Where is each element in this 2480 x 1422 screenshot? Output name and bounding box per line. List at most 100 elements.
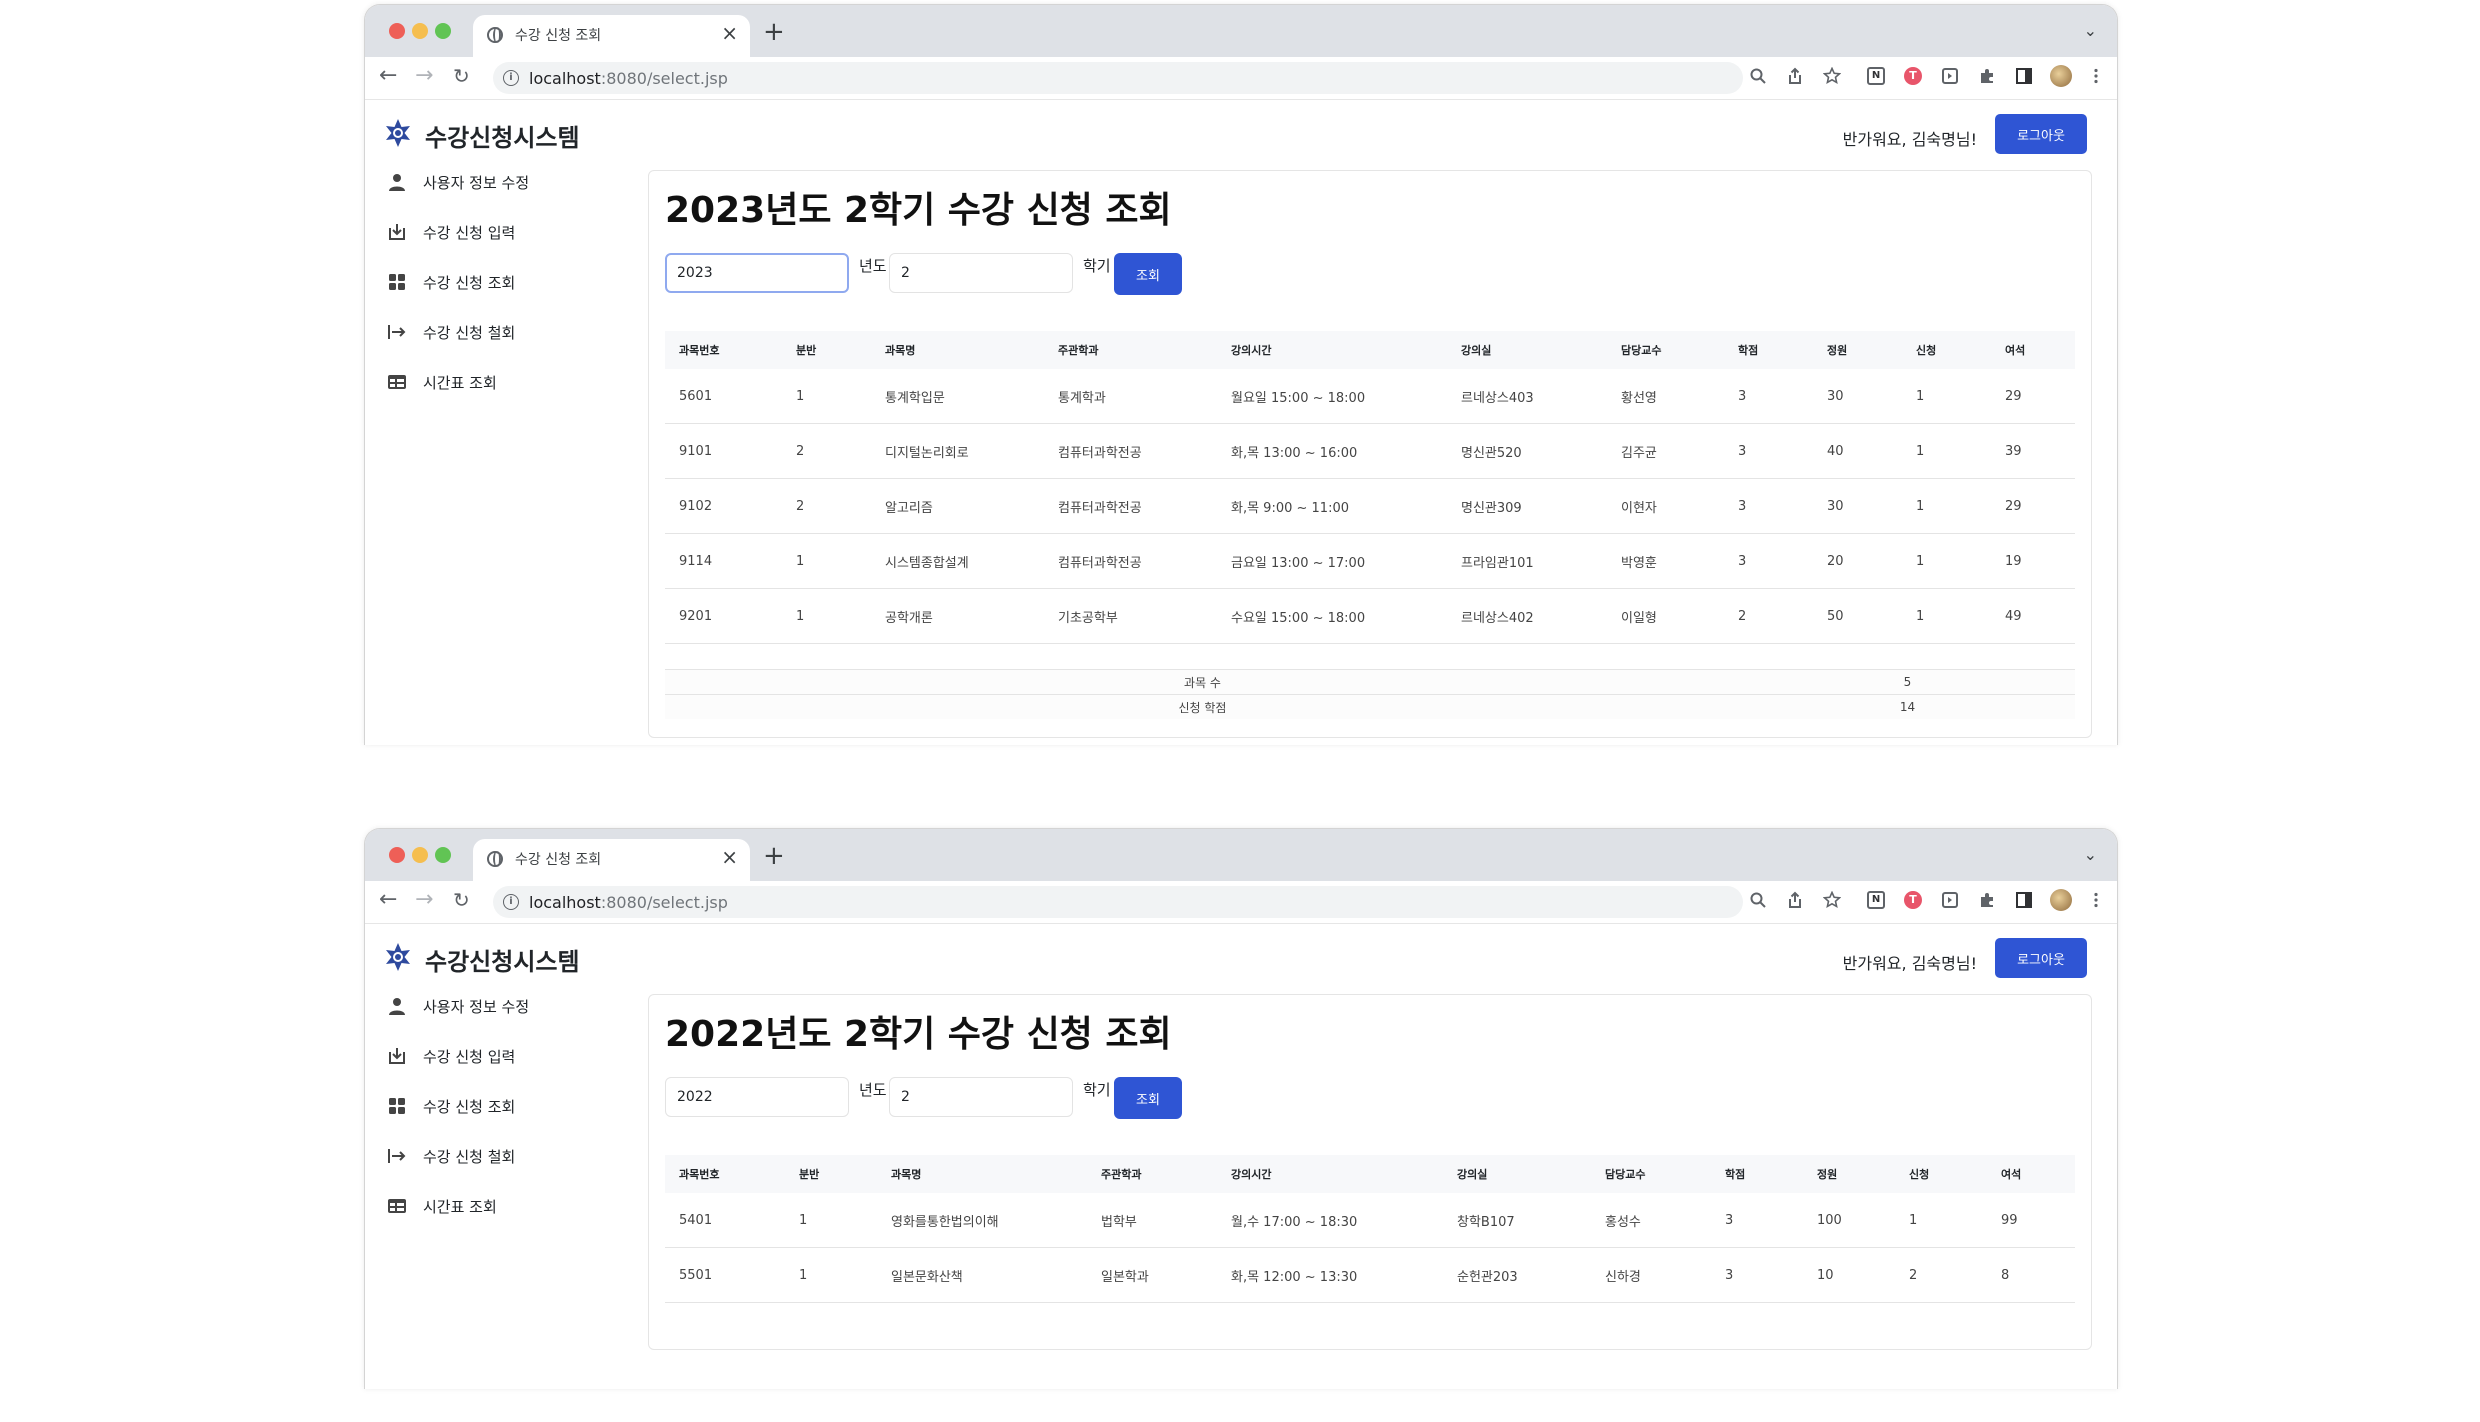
cell: 99 bbox=[1987, 1193, 2075, 1248]
back-button[interactable]: ← bbox=[379, 63, 397, 88]
header-professor[interactable]: 담당교수 bbox=[1607, 331, 1724, 369]
table-row[interactable]: 5501 1 일본문화산책 일본학과 화,목 12:00 ~ 13:30 순헌관203 신하… bbox=[665, 1247, 2075, 1303]
url-text[interactable]: localhost:8080/select.jsp bbox=[529, 893, 728, 912]
header-remaining[interactable]: 여석 bbox=[1991, 331, 2075, 369]
forward-button[interactable]: → bbox=[415, 887, 433, 912]
close-window-button[interactable] bbox=[389, 23, 405, 39]
table-row[interactable]: 9102 2 알고리즘 컴퓨터과학전공 화,목 9:00 ~ 11:00 명신관309 이현… bbox=[665, 478, 2075, 534]
new-tab-button[interactable]: + bbox=[763, 17, 785, 47]
search-button[interactable]: 조회 bbox=[1114, 253, 1182, 295]
puzzle-extensions-icon[interactable] bbox=[1978, 67, 1996, 85]
cell: 이현자 bbox=[1607, 478, 1724, 534]
translate-extension-icon[interactable]: T bbox=[1904, 891, 1922, 909]
header-professor[interactable]: 담당교수 bbox=[1591, 1155, 1711, 1193]
header-course-no[interactable]: 과목번호 bbox=[665, 1155, 785, 1193]
header-credits[interactable]: 학점 bbox=[1711, 1155, 1803, 1193]
header-room[interactable]: 강의실 bbox=[1447, 331, 1607, 369]
semester-input[interactable]: 2 bbox=[889, 1077, 1073, 1117]
header-department[interactable]: 주관학과 bbox=[1044, 331, 1217, 369]
tab-close-icon[interactable]: × bbox=[721, 845, 738, 869]
header-enrolled[interactable]: 신청 bbox=[1902, 331, 1991, 369]
table-row[interactable]: 5601 1 통계학입문 통계학과 월요일 15:00 ~ 18:00 르네상스403 황선… bbox=[665, 369, 2075, 424]
back-button[interactable]: ← bbox=[379, 887, 397, 912]
reload-button[interactable]: ↻ bbox=[453, 888, 470, 912]
browser-tab[interactable]: 수강 신청 조회 × bbox=[473, 839, 750, 881]
tab-title: 수강 신청 조회 bbox=[515, 852, 602, 868]
cell: 알고리즘 bbox=[871, 478, 1044, 534]
reload-button[interactable]: ↻ bbox=[453, 64, 470, 88]
table-header-row: 과목번호 분반 과목명 주관학과 강의시간 강의실 담당교수 학점 정원 신청 … bbox=[665, 1155, 2075, 1193]
brand-title[interactable]: 수강신청시스템 bbox=[425, 118, 580, 153]
side-panel-icon[interactable] bbox=[2015, 891, 2033, 909]
semester-input[interactable]: 2 bbox=[889, 253, 1073, 293]
header-capacity[interactable]: 정원 bbox=[1813, 331, 1902, 369]
cell: 금요일 13:00 ~ 17:00 bbox=[1217, 533, 1447, 589]
search-button[interactable]: 조회 bbox=[1114, 1077, 1182, 1119]
table-row[interactable]: 5401 1 영화를통한법의이해 법학부 월,수 17:00 ~ 18:30 창학B107… bbox=[665, 1193, 2075, 1248]
site-info-icon[interactable]: i bbox=[503, 894, 519, 910]
cell: 8 bbox=[1987, 1247, 2075, 1303]
zoom-window-button[interactable] bbox=[435, 23, 451, 39]
bookmark-star-icon[interactable] bbox=[1823, 891, 1841, 909]
header-course-name[interactable]: 과목명 bbox=[877, 1155, 1087, 1193]
notion-extension-icon[interactable]: N bbox=[1867, 891, 1885, 909]
brand-title[interactable]: 수강신청시스템 bbox=[425, 942, 580, 977]
logout-button[interactable]: 로그아웃 bbox=[1995, 938, 2087, 978]
table-row[interactable]: 9114 1 시스템종합설계 컴퓨터과학전공 금요일 13:00 ~ 17:00 프라임관… bbox=[665, 533, 2075, 589]
header-time[interactable]: 강의시간 bbox=[1217, 331, 1447, 369]
year-input[interactable]: 2022 bbox=[665, 1077, 849, 1117]
browser-tab[interactable]: 수강 신청 조회 × bbox=[473, 15, 750, 57]
puzzle-extensions-icon[interactable] bbox=[1978, 891, 1996, 909]
profile-avatar[interactable] bbox=[2050, 889, 2072, 911]
cell: 디지털논리회로 bbox=[871, 423, 1044, 479]
share-icon[interactable] bbox=[1786, 891, 1804, 909]
cell: 르네상스402 bbox=[1447, 588, 1607, 644]
reader-extension-icon[interactable] bbox=[1941, 891, 1959, 909]
header-section[interactable]: 분반 bbox=[782, 331, 871, 369]
kebab-menu-icon[interactable] bbox=[2087, 67, 2105, 85]
url-text[interactable]: localhost:8080/select.jsp bbox=[529, 69, 728, 88]
reader-extension-icon[interactable] bbox=[1941, 67, 1959, 85]
share-icon[interactable] bbox=[1786, 67, 1804, 85]
address-bar[interactable]: i localhost:8080/select.jsp bbox=[493, 886, 1743, 918]
year-input[interactable]: 2023 bbox=[665, 253, 849, 293]
site-info-icon[interactable]: i bbox=[503, 70, 519, 86]
side-panel-icon[interactable] bbox=[2015, 67, 2033, 85]
forward-button[interactable]: → bbox=[415, 63, 433, 88]
tab-search-icon[interactable]: ⌄ bbox=[2084, 845, 2097, 864]
table-row[interactable]: 9101 2 디지털논리회로 컴퓨터과학전공 화,목 13:00 ~ 16:00 명신관5… bbox=[665, 423, 2075, 479]
address-bar[interactable]: i localhost:8080/select.jsp bbox=[493, 62, 1743, 94]
table-icon bbox=[388, 375, 406, 389]
header-course-name[interactable]: 과목명 bbox=[871, 331, 1044, 369]
tab-search-icon[interactable]: ⌄ bbox=[2084, 21, 2097, 40]
header-credits[interactable]: 학점 bbox=[1724, 331, 1813, 369]
header-section[interactable]: 분반 bbox=[785, 1155, 877, 1193]
zoom-search-icon[interactable] bbox=[1749, 891, 1767, 909]
cell: 49 bbox=[1991, 588, 2075, 644]
bookmark-star-icon[interactable] bbox=[1823, 67, 1841, 85]
header-capacity[interactable]: 정원 bbox=[1803, 1155, 1895, 1193]
profile-avatar[interactable] bbox=[2050, 65, 2072, 87]
tab-close-icon[interactable]: × bbox=[721, 21, 738, 45]
header-remaining[interactable]: 여석 bbox=[1987, 1155, 2075, 1193]
header-course-no[interactable]: 과목번호 bbox=[665, 331, 782, 369]
new-tab-button[interactable]: + bbox=[763, 841, 785, 871]
header-time[interactable]: 강의시간 bbox=[1217, 1155, 1443, 1193]
close-window-button[interactable] bbox=[389, 847, 405, 863]
notion-extension-icon[interactable]: N bbox=[1867, 67, 1885, 85]
kebab-menu-icon[interactable] bbox=[2087, 891, 2105, 909]
zoom-window-button[interactable] bbox=[435, 847, 451, 863]
header-enrolled[interactable]: 신청 bbox=[1895, 1155, 1987, 1193]
sidebar-item-label: 수강 신청 철회 bbox=[423, 324, 516, 342]
logout-button[interactable]: 로그아웃 bbox=[1995, 114, 2087, 154]
minimize-window-button[interactable] bbox=[412, 23, 428, 39]
translate-extension-icon[interactable]: T bbox=[1904, 67, 1922, 85]
minimize-window-button[interactable] bbox=[412, 847, 428, 863]
header-department[interactable]: 주관학과 bbox=[1087, 1155, 1217, 1193]
zoom-search-icon[interactable] bbox=[1749, 67, 1767, 85]
header-room[interactable]: 강의실 bbox=[1443, 1155, 1591, 1193]
cell: 프라임관101 bbox=[1447, 533, 1607, 589]
table-row[interactable]: 9201 1 공학개론 기초공학부 수요일 15:00 ~ 18:00 르네상스402 이일… bbox=[665, 588, 2075, 644]
main-content: 2022년도 2학기 수강 신청 조회 2022 년도 2 학기 조회 과목번호… bbox=[648, 994, 2092, 1350]
cell: 9114 bbox=[665, 533, 782, 589]
